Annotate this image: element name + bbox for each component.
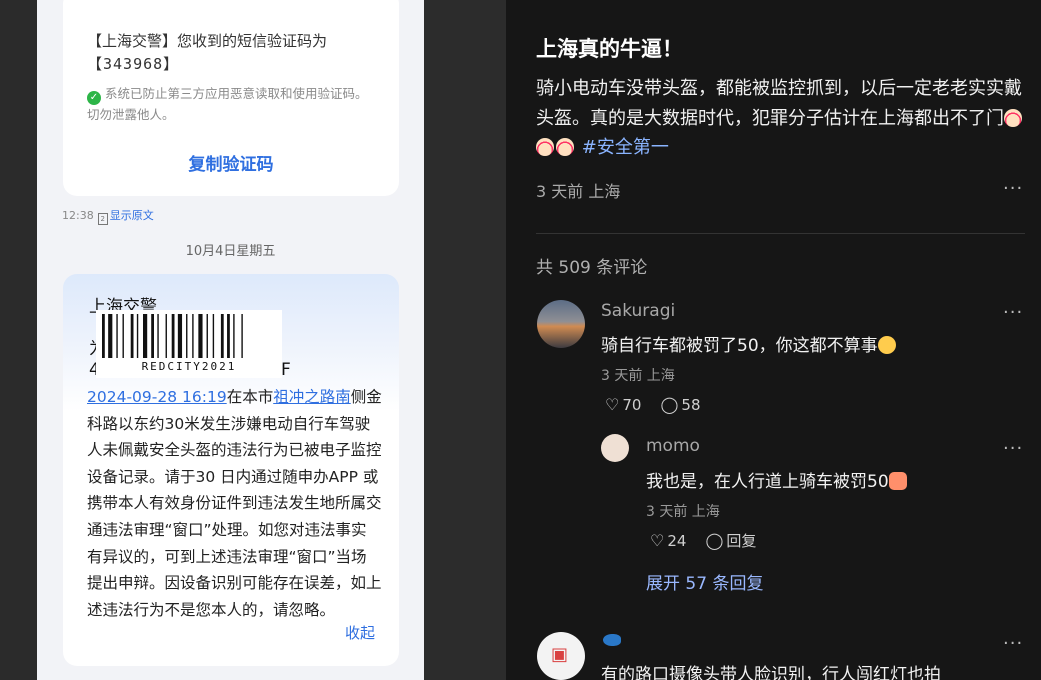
barcode-bar	[116, 314, 118, 358]
barcode-bar	[198, 314, 203, 358]
date-separator: 10月4日星期五	[185, 244, 276, 259]
comment-meta: 3 天前 上海	[601, 368, 675, 384]
reply-label: 回复	[726, 532, 757, 550]
like-count: 70	[622, 396, 642, 414]
post-meta: 3 天前 上海	[536, 182, 621, 201]
clown-face-emoji-icon	[556, 138, 574, 156]
like-button[interactable]: ♡ 70	[605, 395, 642, 414]
avatar[interactable]: ▣	[537, 632, 585, 680]
barcode-bar	[165, 314, 167, 358]
reply-button[interactable]: ◯ 58	[660, 395, 701, 414]
barcode-bar	[186, 314, 188, 358]
in-city-text: 在本市	[226, 388, 274, 406]
post-body: 骑小电动车没带头盔，都能被监控抓到，以后一定老老实实戴头盔。真的是大数据时代，犯…	[536, 74, 1026, 163]
comment-meta: 3 天前 上海	[646, 504, 720, 520]
barcode-bar	[212, 314, 215, 358]
comment-text: 骑自行车都被罚了50，你这都不算事	[601, 331, 898, 356]
comment-text-content: 我也是，在人行道上骑车被罚50	[646, 472, 889, 492]
barcode-bar	[157, 314, 159, 358]
more-dots-icon[interactable]: ···	[1003, 302, 1023, 323]
post-hashtag[interactable]: #安全第一	[582, 137, 669, 158]
barcode-bar	[108, 314, 113, 358]
expand-replies-button[interactable]: 展开 57 条回复	[646, 569, 763, 594]
watermark-label: REDCITY2021	[141, 360, 237, 373]
show-original-link[interactable]: 显示原文	[110, 209, 154, 222]
copy-code-button[interactable]: 复制验证码	[63, 150, 399, 175]
barcode-bar	[143, 314, 148, 358]
barcode-bar	[130, 314, 134, 358]
secure-note-text: 系统已防止第三方应用恶意读取和使用验证码。切勿泄露他人。	[87, 86, 368, 122]
message-time: 12:38	[62, 209, 94, 222]
barcode-bar	[220, 314, 224, 358]
more-dots-icon[interactable]: ···	[1003, 438, 1023, 459]
sms-partial-suffix: F	[281, 360, 291, 380]
comment-text: 我也是，在人行道上骑车被罚50	[646, 467, 909, 492]
comment-author-fish[interactable]	[603, 631, 623, 647]
clown-face-emoji-icon	[1004, 108, 1022, 127]
barcode-bar	[233, 314, 235, 358]
post-title: 上海真的牛逼！	[536, 37, 683, 61]
barcode-bar	[177, 314, 183, 358]
comment-bubble-icon: ◯	[705, 531, 724, 550]
left-margin	[0, 0, 37, 680]
angry-face-emoji-icon	[888, 472, 907, 490]
barcode-watermark: REDCITY2021	[96, 310, 282, 378]
more-dots-icon[interactable]: ···	[1003, 178, 1023, 199]
sms-screenshot: 【上海交警】您收到的短信验证码为 【343968】 ✓ 系统已防止第三方应用恶意读…	[37, 0, 424, 680]
comment-actions: ♡ 24 ◯ 回复	[650, 530, 756, 551]
center-gap	[424, 0, 506, 680]
avatar[interactable]	[537, 300, 585, 348]
sms-violation-body: 2024-09-28 16:19在本市祖冲之路南侧金科路以东约30米发生涉嫌电动…	[87, 384, 382, 623]
barcode-bar	[241, 314, 243, 358]
sms-bubble-violation: 上海交警 为 4 F REDCITY2021 2024-09-28 16:19在…	[63, 274, 399, 666]
comment-text: 有的路口摄像头带人脸识别，行人闯红灯也拍	[601, 665, 941, 680]
divider	[536, 233, 1025, 234]
avatar[interactable]	[601, 434, 629, 462]
sms-code: 【343968】	[87, 55, 180, 73]
comment-actions: ♡ 70 ◯ 58	[605, 395, 701, 414]
sms-bubble-verification: 【上海交警】您收到的短信验证码为 【343968】 ✓ 系统已防止第三方应用恶意读…	[63, 0, 399, 196]
message-time-row: 12:38 2 显示原文	[62, 207, 154, 225]
crying-face-emoji-icon	[877, 336, 896, 354]
barcode-bar	[122, 314, 124, 358]
heart-icon: ♡	[650, 531, 665, 550]
barcode-bar	[227, 314, 230, 358]
like-button[interactable]: ♡ 24	[650, 531, 687, 550]
barcode-bar	[151, 314, 154, 358]
road-link[interactable]: 祖冲之路南	[273, 388, 351, 406]
reply-count: 58	[681, 396, 701, 414]
post-body-text: 骑小电动车没带头盔，都能被监控抓到，以后一定老老实实戴头盔。真的是大数据时代，犯…	[536, 78, 1022, 129]
barcode-bar	[102, 314, 105, 358]
like-count: 24	[667, 532, 687, 550]
violation-text: 侧金科路以东约30米发生涉嫌电动自行车驾驶人未佩戴安全头盔的违法行为已被电子监控…	[87, 388, 382, 619]
comment-author[interactable]: Sakuragi	[601, 301, 675, 321]
comment-text-content: 骑自行车都被罚了50，你这都不算事	[601, 336, 878, 356]
comment-count: 共 509 条评论	[536, 258, 648, 278]
barcode-bar	[171, 314, 175, 358]
reply-button[interactable]: ◯ 回复	[705, 531, 757, 550]
barcode-bar	[136, 314, 139, 358]
barcode-icon	[102, 314, 243, 358]
barcode-bar	[192, 314, 194, 358]
clown-face-emoji-icon	[536, 138, 554, 156]
comment-author[interactable]: momo	[646, 436, 700, 456]
secure-note: ✓ 系统已防止第三方应用恶意读取和使用验证码。切勿泄露他人。	[87, 84, 373, 125]
gift-icon: ▣	[551, 644, 569, 665]
comment-bubble-icon: ◯	[660, 395, 679, 414]
sim-badge: 2	[97, 213, 108, 225]
heart-icon: ♡	[605, 395, 620, 414]
collapse-button[interactable]: 收起	[345, 622, 375, 643]
datetime-link[interactable]: 2024-09-28 16:19	[87, 388, 227, 406]
barcode-bar	[206, 314, 208, 358]
fish-icon	[603, 634, 621, 646]
more-dots-icon[interactable]: ···	[1003, 633, 1023, 654]
post-panel: 上海真的牛逼！ 骑小电动车没带头盔，都能被监控抓到，以后一定老老实实戴头盔。真的…	[506, 0, 1041, 680]
sms-text: 【上海交警】您收到的短信验证码为	[87, 32, 328, 50]
shield-check-icon: ✓	[87, 91, 101, 105]
